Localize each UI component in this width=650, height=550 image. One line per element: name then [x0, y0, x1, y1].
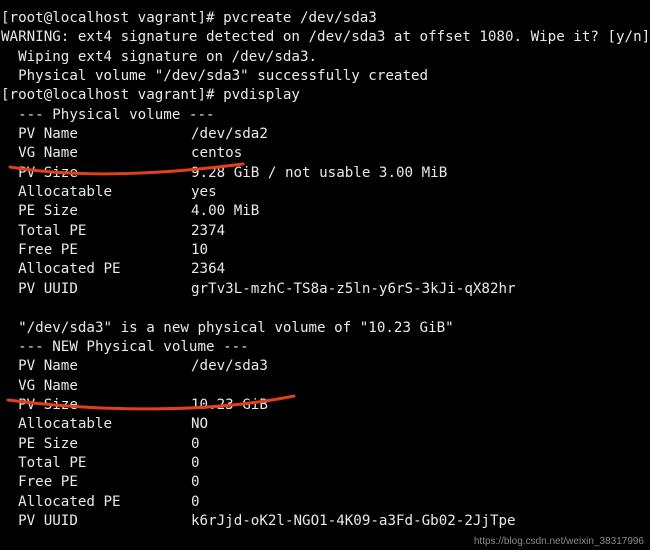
- pv1-value: grTv3L-mzhC-TS8a-z5ln-y6rS-3kJi-qX82hr: [191, 280, 516, 297]
- watermark: https://blog.csdn.net/weixin_38317996: [473, 536, 644, 547]
- pv2-row-pv-uuid: PV UUID k6rJjd-oK2l-NGO1-4K09-a3Fd-Gb02-2…: [1, 512, 650, 531]
- pv1-value: 2374: [191, 222, 226, 239]
- terminal-line-pv-header: --- Physical volume ---: [1, 106, 215, 123]
- pv1-key: Total PE: [1, 222, 87, 239]
- pv1-key: Free PE: [1, 242, 78, 259]
- pv1-row-pe-size: PE Size 4.00 MiB: [1, 202, 650, 221]
- pv2-row-allocatable: Allocatable NO: [1, 415, 650, 434]
- pv1-key: Allocated PE: [1, 261, 121, 278]
- terminal-line-prompt-pvcreate: [root@localhost vagrant]# pvcreate /dev/…: [1, 10, 377, 26]
- pv2-key: Allocatable: [1, 416, 113, 433]
- pv1-value: 2364: [191, 261, 226, 278]
- pv1-value: yes: [191, 184, 217, 201]
- pv1-value: 9.28 GiB / not usable 3.00 MiB: [191, 164, 448, 181]
- terminal-line-created: Physical volume "/dev/sda3" successfully…: [1, 68, 429, 85]
- pv2-value: k6rJjd-oK2l-NGO1-4K09-a3Fd-Gb02-2JjTpe: [191, 512, 516, 529]
- pv1-key: VG Name: [1, 145, 78, 162]
- pv1-row-free-pe: Free PE 10: [1, 241, 650, 260]
- pv1-key: PV Name: [1, 126, 78, 143]
- pv2-row-allocated-pe: Allocated PE 0: [1, 493, 650, 512]
- pv2-key: VG Name: [1, 377, 78, 394]
- pv1-key: PE Size: [1, 203, 78, 220]
- pv1-row-pv-uuid: PV UUID grTv3L-mzhC-TS8a-z5ln-y6rS-3kJi-q…: [1, 280, 650, 299]
- terminal-line-wiping: Wiping ext4 signature on /dev/sda3.: [1, 48, 318, 65]
- pv1-key: PV UUID: [1, 280, 78, 297]
- pv2-row-total-pe: Total PE 0: [1, 454, 650, 473]
- pv2-value: /dev/sda3: [191, 358, 268, 375]
- pv2-row-pv-size: PV Size 10.23 GiB: [1, 396, 650, 415]
- pv1-row-vg-name: VG Name centos: [1, 144, 650, 163]
- terminal-output: [root@localhost vagrant]# pvcreate /dev/…: [1, 9, 650, 531]
- terminal-line-new-pv-header: --- NEW Physical volume ---: [1, 338, 249, 355]
- pv2-row-pv-name: PV Name/dev/sda3: [1, 357, 650, 376]
- pv2-key: PV UUID: [1, 512, 78, 529]
- pv1-value: centos: [191, 145, 243, 162]
- pv2-value: 10.23 GiB: [191, 396, 268, 413]
- pv1-value: 10: [191, 242, 209, 259]
- pv2-row-vg-name: VG Name: [1, 377, 650, 396]
- pv1-value: 4.00 MiB: [191, 203, 260, 220]
- pv1-row-pv-name: PV Name/dev/sda2: [1, 125, 650, 144]
- pv1-row-pv-size: PV Size 9.28 GiB / not usable 3.00 MiB: [1, 164, 650, 183]
- pv2-value: 0: [191, 493, 200, 510]
- terminal-window[interactable]: [root@localhost vagrant]# pvcreate /dev/…: [0, 0, 650, 550]
- pv2-key: PV Size: [1, 396, 78, 413]
- terminal-line-prompt-pvdisplay: [root@localhost vagrant]# pvdisplay: [1, 87, 300, 104]
- terminal-line-new-pv-notice: "/dev/sda3" is a new physical volume of …: [1, 319, 454, 336]
- pv1-row-total-pe: Total PE 2374: [1, 222, 650, 241]
- pv2-key: PE Size: [1, 435, 78, 452]
- pv2-row-pe-size: PE Size 0: [1, 435, 650, 454]
- pv2-row-free-pe: Free PE 0: [1, 473, 650, 492]
- pv1-value: /dev/sda2: [191, 126, 268, 143]
- pv2-value: 0: [191, 454, 200, 471]
- pv2-key: Allocated PE: [1, 493, 121, 510]
- pv2-value: NO: [191, 416, 209, 433]
- terminal-line-warning: WARNING: ext4 signature detected on /dev…: [1, 29, 650, 46]
- pv2-value: 0: [191, 435, 200, 452]
- pv2-key: PV Name: [1, 358, 78, 375]
- pv2-key: Free PE: [1, 474, 78, 491]
- pv1-key: PV Size: [1, 164, 78, 181]
- pv1-row-allocated-pe: Allocated PE 2364: [1, 260, 650, 279]
- pv2-value: 0: [191, 474, 200, 491]
- pv1-key: Allocatable: [1, 184, 113, 201]
- pv1-row-allocatable: Allocatable yes: [1, 183, 650, 202]
- pv2-key: Total PE: [1, 454, 87, 471]
